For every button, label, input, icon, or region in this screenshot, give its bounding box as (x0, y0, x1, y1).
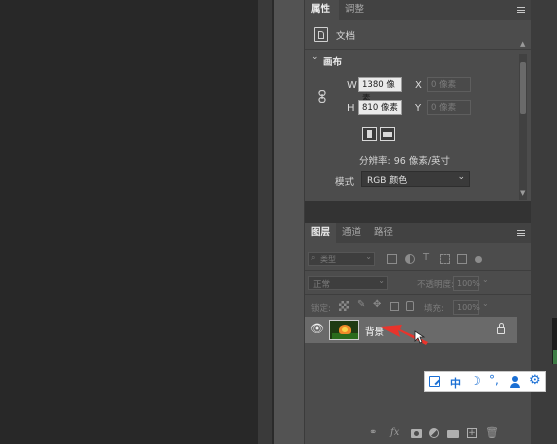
lock-image-pixels-icon[interactable]: ✎ (357, 299, 365, 310)
filter-type-icon[interactable]: T (423, 252, 429, 263)
lock-artboard-icon[interactable] (390, 302, 399, 311)
properties-doc-row: 文档 (305, 24, 531, 46)
x-label: X (415, 80, 422, 91)
document-canvas-area[interactable] (0, 0, 258, 444)
new-layer-icon[interactable]: + (467, 428, 477, 438)
fill-field[interactable]: 100% (453, 300, 480, 315)
document-icon (314, 27, 328, 42)
fill-chevron-icon[interactable]: ⌄ (482, 299, 489, 308)
layer-lock-icon (497, 323, 505, 334)
lock-label: 锁定: (311, 304, 331, 314)
layer-thumbnail (329, 320, 359, 340)
mode-label: 模式 (335, 177, 355, 188)
eye-icon[interactable]: 👁 (310, 322, 324, 335)
filter-smart-object-icon[interactable] (457, 254, 467, 264)
select-chevron-icon: ⌄ (457, 172, 465, 182)
add-mask-icon[interactable] (411, 429, 422, 438)
properties-scrollbar-thumb[interactable] (520, 62, 526, 114)
link-layers-icon[interactable]: ⚭ (369, 427, 377, 438)
ime-halfwidth-moon-icon[interactable]: ☽ (470, 374, 481, 388)
lock-all-icon[interactable] (406, 301, 414, 311)
resolution-text: 分辨率: 96 像素/英寸 (359, 156, 451, 167)
panel-gap (305, 201, 531, 223)
offscreen-window-accent (553, 350, 557, 364)
properties-panel-menu-icon[interactable] (517, 7, 525, 13)
blend-mode-value: 正常 (313, 280, 331, 290)
properties-tab-bar: 属性 调整 (305, 0, 531, 20)
chevron-down-icon[interactable]: ⌄ (311, 52, 319, 62)
tab-paths[interactable]: 路径 (368, 223, 399, 243)
mouse-cursor-icon (414, 330, 426, 344)
ime-logo-icon[interactable] (429, 376, 440, 387)
workspace-gutter (258, 0, 272, 444)
portrait-orientation-icon[interactable] (362, 127, 377, 141)
filter-toggle-icon[interactable] (475, 256, 482, 263)
layers-divider-1 (305, 270, 531, 271)
tab-adjustments[interactable]: 调整 (339, 0, 370, 20)
blend-mode-select[interactable]: 正常 ⌄ (308, 276, 388, 290)
filter-adjustment-icon[interactable] (405, 254, 415, 264)
filter-placeholder: 类型 (320, 255, 336, 264)
layer-filter-select[interactable]: ⌕ 类型 ⌄ (308, 252, 375, 266)
filter-chevron-icon: ⌄ (365, 252, 372, 261)
scroll-up-icon[interactable]: ▲ (520, 40, 525, 48)
scroll-down-icon[interactable]: ▼ (520, 189, 525, 197)
x-field[interactable]: 0 像素 (427, 77, 471, 92)
ime-toolbar: 中 ☽ °, ⚙ (424, 371, 546, 392)
link-dimensions-icon[interactable] (317, 89, 327, 103)
properties-divider (305, 49, 531, 50)
height-label: H (347, 103, 355, 114)
doc-label: 文档 (336, 31, 356, 42)
filter-shape-icon[interactable] (440, 254, 450, 264)
collapsed-panel-dock (274, 0, 304, 444)
landscape-orientation-icon[interactable] (380, 127, 395, 141)
tab-channels[interactable]: 通道 (336, 223, 367, 243)
width-field[interactable]: 1380 像素 (358, 77, 402, 104)
mode-select[interactable]: RGB 颜色 ⌄ (361, 171, 470, 187)
properties-scrollbar[interactable] (519, 54, 527, 200)
height-field[interactable]: 810 像素 (358, 100, 402, 115)
width-label: W (347, 80, 357, 91)
new-group-folder-icon[interactable] (447, 430, 459, 438)
ime-punctuation-icon[interactable]: °, (489, 373, 499, 387)
lock-position-icon[interactable]: ✥ (373, 299, 381, 310)
opacity-chevron-icon[interactable]: ⌄ (482, 275, 489, 284)
ime-user-icon[interactable] (509, 376, 521, 388)
layers-panel-menu-icon[interactable] (517, 230, 525, 236)
opacity-label: 不透明度: (417, 280, 454, 290)
mode-value: RGB 颜色 (367, 176, 408, 186)
layer-style-fx-icon[interactable]: fx (390, 427, 399, 438)
layers-footer: ⚭ fx + 🗑 (305, 424, 531, 444)
filter-pixel-icon[interactable] (387, 254, 397, 264)
y-label: Y (415, 103, 422, 114)
delete-layer-icon[interactable]: 🗑 (485, 426, 499, 439)
opacity-field[interactable]: 100% (453, 276, 480, 291)
blend-chevron-icon: ⌄ (378, 276, 385, 285)
layers-divider-2 (305, 294, 531, 295)
tab-layers[interactable]: 图层 (305, 223, 336, 243)
filter-search-icon: ⌕ (311, 253, 316, 262)
fill-label: 填充: (424, 304, 444, 314)
canvas-section-title: 画布 (323, 57, 343, 68)
layers-tab-bar: 图层 通道 路径 (305, 223, 531, 243)
ime-chinese-mode[interactable]: 中 (450, 375, 461, 391)
y-field[interactable]: 0 像素 (427, 100, 471, 115)
adjustment-layer-icon[interactable] (429, 428, 439, 438)
lock-transparent-pixels-icon[interactable] (339, 301, 349, 311)
tab-properties[interactable]: 属性 (305, 0, 339, 20)
ime-settings-gear-icon[interactable]: ⚙ (529, 373, 541, 388)
